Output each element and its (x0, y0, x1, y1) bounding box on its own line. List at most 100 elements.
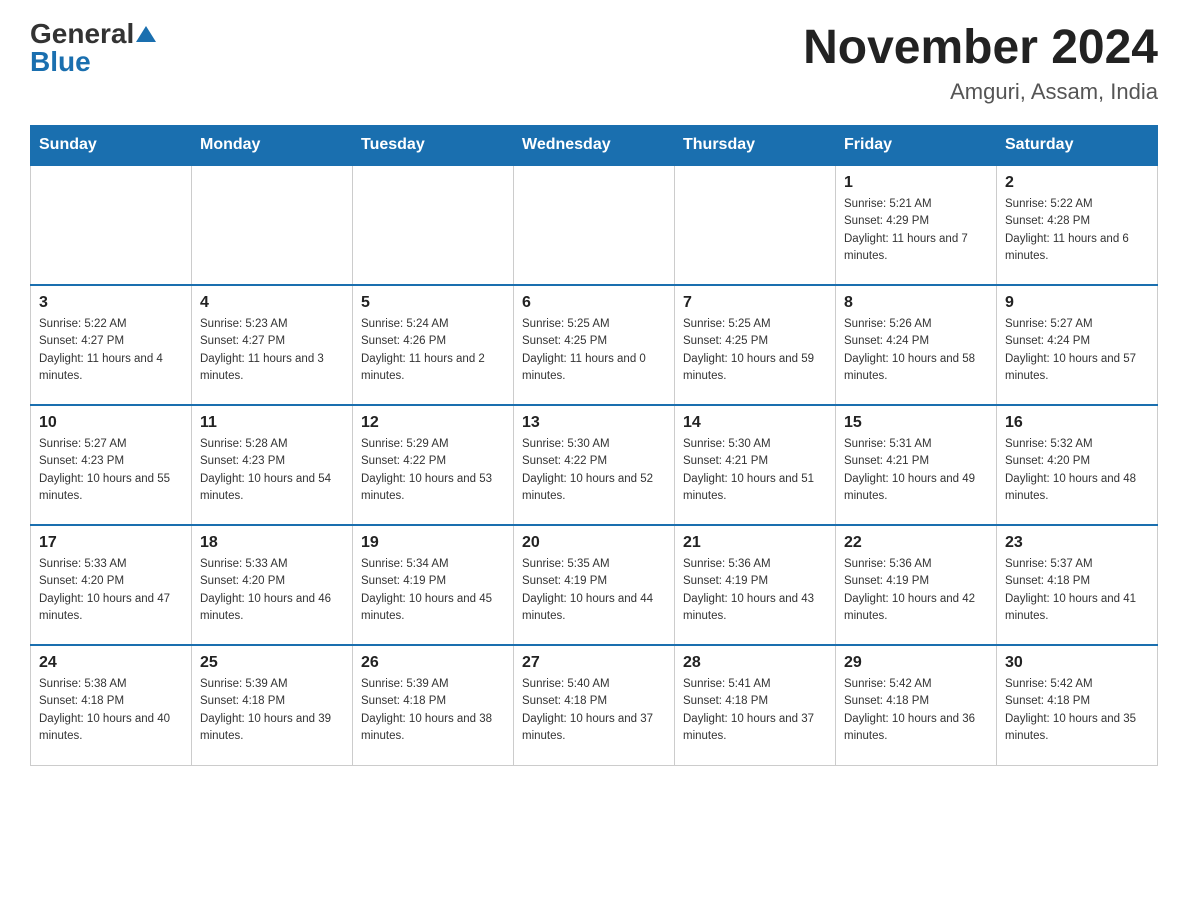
day-number: 9 (1005, 294, 1149, 312)
day-info: Sunrise: 5:39 AMSunset: 4:18 PMDaylight:… (200, 676, 344, 745)
calendar-cell (353, 165, 514, 285)
calendar-cell: 14 Sunrise: 5:30 AMSunset: 4:21 PMDayligh… (675, 405, 836, 525)
weekday-header-saturday: Saturday (997, 126, 1158, 166)
logo-general-text: General (30, 20, 134, 48)
day-info: Sunrise: 5:26 AMSunset: 4:24 PMDaylight:… (844, 316, 988, 385)
day-info: Sunrise: 5:31 AMSunset: 4:21 PMDaylight:… (844, 436, 988, 505)
day-number: 18 (200, 534, 344, 552)
day-info: Sunrise: 5:27 AMSunset: 4:23 PMDaylight:… (39, 436, 183, 505)
day-number: 27 (522, 654, 666, 672)
day-number: 11 (200, 414, 344, 432)
day-info: Sunrise: 5:23 AMSunset: 4:27 PMDaylight:… (200, 316, 344, 385)
day-number: 17 (39, 534, 183, 552)
day-number: 23 (1005, 534, 1149, 552)
day-info: Sunrise: 5:41 AMSunset: 4:18 PMDaylight:… (683, 676, 827, 745)
calendar-cell: 1Sunrise: 5:21 AMSunset: 4:29 PMDaylight… (836, 165, 997, 285)
title-area: November 2024 Amguri, Assam, India (803, 20, 1158, 105)
week-row-1: 1Sunrise: 5:21 AMSunset: 4:29 PMDaylight… (31, 165, 1158, 285)
day-number: 15 (844, 414, 988, 432)
day-number: 22 (844, 534, 988, 552)
weekday-header-monday: Monday (192, 126, 353, 166)
day-number: 28 (683, 654, 827, 672)
day-number: 2 (1005, 174, 1149, 192)
weekday-header-tuesday: Tuesday (353, 126, 514, 166)
calendar-cell: 21Sunrise: 5:36 AMSunset: 4:19 PMDayligh… (675, 525, 836, 645)
day-info: Sunrise: 5:29 AMSunset: 4:22 PMDaylight:… (361, 436, 505, 505)
day-info: Sunrise: 5:30 AMSunset: 4:22 PMDaylight:… (522, 436, 666, 505)
weekday-header-row: SundayMondayTuesdayWednesdayThursdayFrid… (31, 126, 1158, 166)
day-number: 3 (39, 294, 183, 312)
week-row-4: 17 Sunrise: 5:33 AMSunset: 4:20 PMDayligh… (31, 525, 1158, 645)
day-info: Sunrise: 5:39 AMSunset: 4:18 PMDaylight:… (361, 676, 505, 745)
day-info: Sunrise: 5:30 AMSunset: 4:21 PMDaylight:… (683, 436, 827, 505)
logo-blue-text: Blue (30, 48, 91, 76)
calendar-cell: 4 Sunrise: 5:23 AMSunset: 4:27 PMDaylight… (192, 285, 353, 405)
day-number: 10 (39, 414, 183, 432)
day-number: 26 (361, 654, 505, 672)
day-number: 16 (1005, 414, 1149, 432)
calendar-cell: 15 Sunrise: 5:31 AMSunset: 4:21 PMDayligh… (836, 405, 997, 525)
day-info: Sunrise: 5:27 AMSunset: 4:24 PMDaylight:… (1005, 316, 1149, 385)
logo: General Blue (30, 20, 156, 76)
day-info: Sunrise: 5:22 AMSunset: 4:28 PMDaylight:… (1005, 196, 1149, 265)
calendar-cell: 29 Sunrise: 5:42 AMSunset: 4:18 PMDayligh… (836, 645, 997, 765)
day-info: Sunrise: 5:32 AMSunset: 4:20 PMDaylight:… (1005, 436, 1149, 505)
calendar-title: November 2024 (803, 20, 1158, 75)
calendar-cell: 19 Sunrise: 5:34 AMSunset: 4:19 PMDayligh… (353, 525, 514, 645)
calendar-cell: 11 Sunrise: 5:28 AMSunset: 4:23 PMDayligh… (192, 405, 353, 525)
day-number: 21 (683, 534, 827, 552)
day-number: 25 (200, 654, 344, 672)
day-info: Sunrise: 5:36 AMSunset: 4:19 PMDaylight:… (844, 556, 988, 625)
calendar-cell: 10 Sunrise: 5:27 AMSunset: 4:23 PMDayligh… (31, 405, 192, 525)
day-info: Sunrise: 5:33 AMSunset: 4:20 PMDaylight:… (200, 556, 344, 625)
week-row-3: 10 Sunrise: 5:27 AMSunset: 4:23 PMDayligh… (31, 405, 1158, 525)
calendar-cell: 22 Sunrise: 5:36 AMSunset: 4:19 PMDayligh… (836, 525, 997, 645)
calendar-cell: 2 Sunrise: 5:22 AMSunset: 4:28 PMDaylight… (997, 165, 1158, 285)
day-number: 29 (844, 654, 988, 672)
day-info: Sunrise: 5:42 AMSunset: 4:18 PMDaylight:… (1005, 676, 1149, 745)
calendar-cell: 28 Sunrise: 5:41 AMSunset: 4:18 PMDayligh… (675, 645, 836, 765)
calendar-cell (514, 165, 675, 285)
weekday-header-wednesday: Wednesday (514, 126, 675, 166)
day-info: Sunrise: 5:38 AMSunset: 4:18 PMDaylight:… (39, 676, 183, 745)
calendar-cell: 7 Sunrise: 5:25 AMSunset: 4:25 PMDaylight… (675, 285, 836, 405)
day-info: Sunrise: 5:40 AMSunset: 4:18 PMDaylight:… (522, 676, 666, 745)
calendar-cell: 23Sunrise: 5:37 AMSunset: 4:18 PMDayligh… (997, 525, 1158, 645)
day-number: 4 (200, 294, 344, 312)
calendar-cell (192, 165, 353, 285)
logo-triangle-icon (136, 26, 156, 42)
calendar-cell: 13 Sunrise: 5:30 AMSunset: 4:22 PMDayligh… (514, 405, 675, 525)
week-row-5: 24Sunrise: 5:38 AMSunset: 4:18 PMDayligh… (31, 645, 1158, 765)
day-info: Sunrise: 5:24 AMSunset: 4:26 PMDaylight:… (361, 316, 505, 385)
day-info: Sunrise: 5:25 AMSunset: 4:25 PMDaylight:… (683, 316, 827, 385)
header: General Blue November 2024 Amguri, Assam… (30, 20, 1158, 105)
day-info: Sunrise: 5:34 AMSunset: 4:19 PMDaylight:… (361, 556, 505, 625)
day-number: 30 (1005, 654, 1149, 672)
week-row-2: 3 Sunrise: 5:22 AMSunset: 4:27 PMDaylight… (31, 285, 1158, 405)
calendar-body: 1Sunrise: 5:21 AMSunset: 4:29 PMDaylight… (31, 165, 1158, 765)
calendar-cell: 18 Sunrise: 5:33 AMSunset: 4:20 PMDayligh… (192, 525, 353, 645)
calendar-cell: 9 Sunrise: 5:27 AMSunset: 4:24 PMDaylight… (997, 285, 1158, 405)
day-number: 20 (522, 534, 666, 552)
day-number: 7 (683, 294, 827, 312)
day-info: Sunrise: 5:22 AMSunset: 4:27 PMDaylight:… (39, 316, 183, 385)
day-number: 6 (522, 294, 666, 312)
day-info: Sunrise: 5:42 AMSunset: 4:18 PMDaylight:… (844, 676, 988, 745)
day-number: 13 (522, 414, 666, 432)
calendar-cell: 17Sunrise: 5:33 AMSunset: 4:20 PMDayligh… (31, 525, 192, 645)
day-info: Sunrise: 5:28 AMSunset: 4:23 PMDaylight:… (200, 436, 344, 505)
calendar-cell: 27 Sunrise: 5:40 AMSunset: 4:18 PMDayligh… (514, 645, 675, 765)
day-info: Sunrise: 5:21 AMSunset: 4:29 PMDaylight:… (844, 196, 988, 265)
calendar-table: SundayMondayTuesdayWednesdayThursdayFrid… (30, 125, 1158, 766)
calendar-cell: 30 Sunrise: 5:42 AMSunset: 4:18 PMDayligh… (997, 645, 1158, 765)
weekday-header-friday: Friday (836, 126, 997, 166)
calendar-cell: 25 Sunrise: 5:39 AMSunset: 4:18 PMDayligh… (192, 645, 353, 765)
calendar-cell: 8 Sunrise: 5:26 AMSunset: 4:24 PMDaylight… (836, 285, 997, 405)
calendar-subtitle: Amguri, Assam, India (803, 79, 1158, 105)
calendar-cell (675, 165, 836, 285)
day-info: Sunrise: 5:25 AMSunset: 4:25 PMDaylight:… (522, 316, 666, 385)
day-number: 14 (683, 414, 827, 432)
day-number: 19 (361, 534, 505, 552)
day-number: 12 (361, 414, 505, 432)
day-number: 8 (844, 294, 988, 312)
